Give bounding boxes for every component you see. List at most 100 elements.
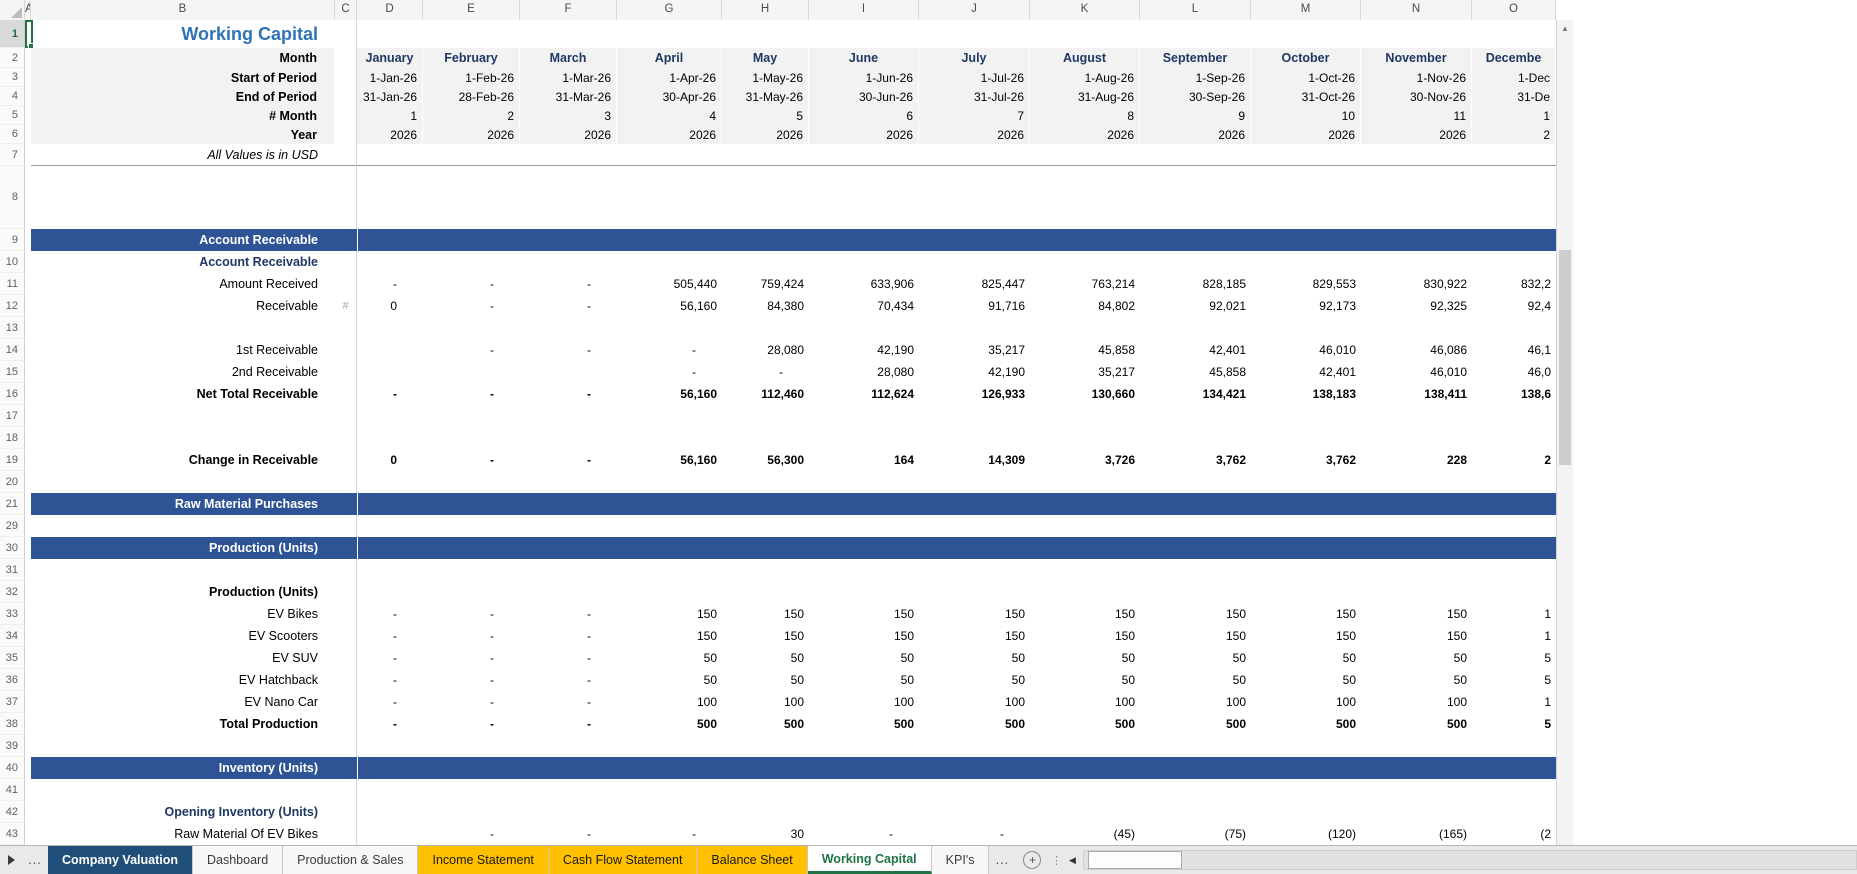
data-cell[interactable]	[1251, 144, 1361, 166]
column-C-cell[interactable]	[335, 20, 357, 48]
data-cell[interactable]	[357, 361, 423, 383]
data-cell[interactable]: 6	[809, 106, 919, 125]
data-cell[interactable]	[722, 735, 809, 757]
data-cell[interactable]	[722, 559, 809, 581]
data-cell[interactable]: 150	[1140, 603, 1251, 625]
data-cell[interactable]	[1030, 801, 1140, 823]
data-cell[interactable]: 50	[1030, 647, 1140, 669]
data-cell[interactable]	[1140, 471, 1251, 493]
data-cell[interactable]	[520, 166, 617, 229]
data-cell[interactable]: 1-Jul-26	[919, 68, 1030, 87]
data-cell[interactable]: 825,447	[919, 273, 1030, 295]
row-label-cell[interactable]	[31, 405, 335, 427]
data-cell[interactable]: 28-Feb-26	[423, 87, 520, 106]
data-cell[interactable]	[1472, 559, 1556, 581]
data-cell[interactable]	[1030, 317, 1140, 339]
column-C-cell[interactable]	[335, 251, 357, 273]
data-cell[interactable]: 45,858	[1030, 339, 1140, 361]
row-number-8[interactable]: 8	[0, 166, 25, 229]
data-cell[interactable]: 56,160	[617, 295, 722, 317]
data-cell[interactable]	[809, 20, 919, 48]
column-C-cell[interactable]	[335, 713, 357, 735]
data-cell[interactable]: 100	[809, 691, 919, 713]
data-cell[interactable]: 1-Nov-26	[1361, 68, 1472, 87]
data-cell[interactable]: 3,726	[1030, 449, 1140, 471]
row-number-15[interactable]: 15	[0, 361, 25, 383]
section-banner[interactable]: Account Receivable	[31, 229, 1556, 251]
data-cell[interactable]: 759,424	[722, 273, 809, 295]
data-cell[interactable]: -	[617, 361, 722, 383]
data-cell[interactable]	[357, 251, 423, 273]
data-cell[interactable]: (165)	[1361, 823, 1472, 845]
data-cell[interactable]: 92,173	[1251, 295, 1361, 317]
data-cell[interactable]: 500	[919, 713, 1030, 735]
data-cell[interactable]: 100	[1030, 691, 1140, 713]
column-C-cell[interactable]	[335, 68, 357, 87]
row-label-cell[interactable]: Receivable	[31, 295, 335, 317]
data-cell[interactable]	[423, 251, 520, 273]
column-C-cell[interactable]	[335, 125, 357, 144]
data-cell[interactable]: 100	[1361, 691, 1472, 713]
select-all-corner[interactable]	[0, 0, 25, 20]
data-cell[interactable]: 2026	[1251, 125, 1361, 144]
data-cell[interactable]: -	[357, 603, 423, 625]
data-cell[interactable]: -	[423, 603, 520, 625]
data-cell[interactable]	[1472, 20, 1556, 48]
data-cell[interactable]	[357, 581, 423, 603]
row-label-cell[interactable]	[31, 317, 335, 339]
data-cell[interactable]	[919, 515, 1030, 537]
data-cell[interactable]	[1251, 515, 1361, 537]
data-cell[interactable]	[722, 779, 809, 801]
column-C-cell[interactable]	[335, 559, 357, 581]
data-cell[interactable]	[919, 779, 1030, 801]
data-cell[interactable]	[1472, 251, 1556, 273]
row-label-cell[interactable]: Net Total Receivable	[31, 383, 335, 405]
row-label-cell[interactable]: Amount Received	[31, 273, 335, 295]
data-cell[interactable]	[1251, 735, 1361, 757]
row-number-36[interactable]: 36	[0, 669, 25, 691]
row-label-cell[interactable]	[31, 166, 335, 229]
data-cell[interactable]: -	[423, 713, 520, 735]
data-cell[interactable]: 3	[520, 106, 617, 125]
data-cell[interactable]: 2026	[617, 125, 722, 144]
row-number-43[interactable]: 43	[0, 823, 25, 845]
data-cell[interactable]: 5	[1472, 647, 1556, 669]
data-cell[interactable]	[1361, 317, 1472, 339]
data-cell[interactable]	[617, 581, 722, 603]
data-cell[interactable]: 46,1	[1472, 339, 1556, 361]
data-cell[interactable]	[1030, 20, 1140, 48]
row-number-11[interactable]: 11	[0, 273, 25, 295]
data-cell[interactable]: 2026	[423, 125, 520, 144]
data-cell[interactable]: 46,086	[1361, 339, 1472, 361]
data-cell[interactable]: -	[919, 823, 1030, 845]
data-cell[interactable]: -	[423, 295, 520, 317]
data-cell[interactable]: 829,553	[1251, 273, 1361, 295]
row-label-cell[interactable]	[31, 779, 335, 801]
row-label-cell[interactable]: 2nd Receivable	[31, 361, 335, 383]
row-label-cell[interactable]: Raw Material Of EV Bikes	[31, 823, 335, 845]
data-cell[interactable]	[423, 317, 520, 339]
data-cell[interactable]: February	[423, 48, 520, 68]
data-cell[interactable]	[1140, 166, 1251, 229]
data-cell[interactable]: 150	[1251, 625, 1361, 647]
column-C-cell[interactable]	[335, 273, 357, 295]
data-cell[interactable]	[809, 144, 919, 166]
data-cell[interactable]	[423, 559, 520, 581]
data-cell[interactable]: 46,010	[1251, 339, 1361, 361]
data-cell[interactable]	[617, 20, 722, 48]
data-cell[interactable]	[520, 144, 617, 166]
data-cell[interactable]	[1140, 317, 1251, 339]
data-cell[interactable]	[1472, 144, 1556, 166]
row-number-35[interactable]: 35	[0, 647, 25, 669]
row-label-cell[interactable]: Change in Receivable	[31, 449, 335, 471]
data-cell[interactable]: 35,217	[1030, 361, 1140, 383]
data-cell[interactable]	[520, 515, 617, 537]
data-cell[interactable]	[357, 823, 423, 845]
column-C-cell[interactable]	[335, 471, 357, 493]
data-cell[interactable]	[357, 166, 423, 229]
data-cell[interactable]	[1030, 405, 1140, 427]
data-cell[interactable]: 7	[919, 106, 1030, 125]
sheet-tab-income-statement[interactable]: Income Statement	[418, 846, 548, 874]
sheet-tab-balance-sheet[interactable]: Balance Sheet	[697, 846, 807, 874]
data-cell[interactable]: 50	[809, 647, 919, 669]
